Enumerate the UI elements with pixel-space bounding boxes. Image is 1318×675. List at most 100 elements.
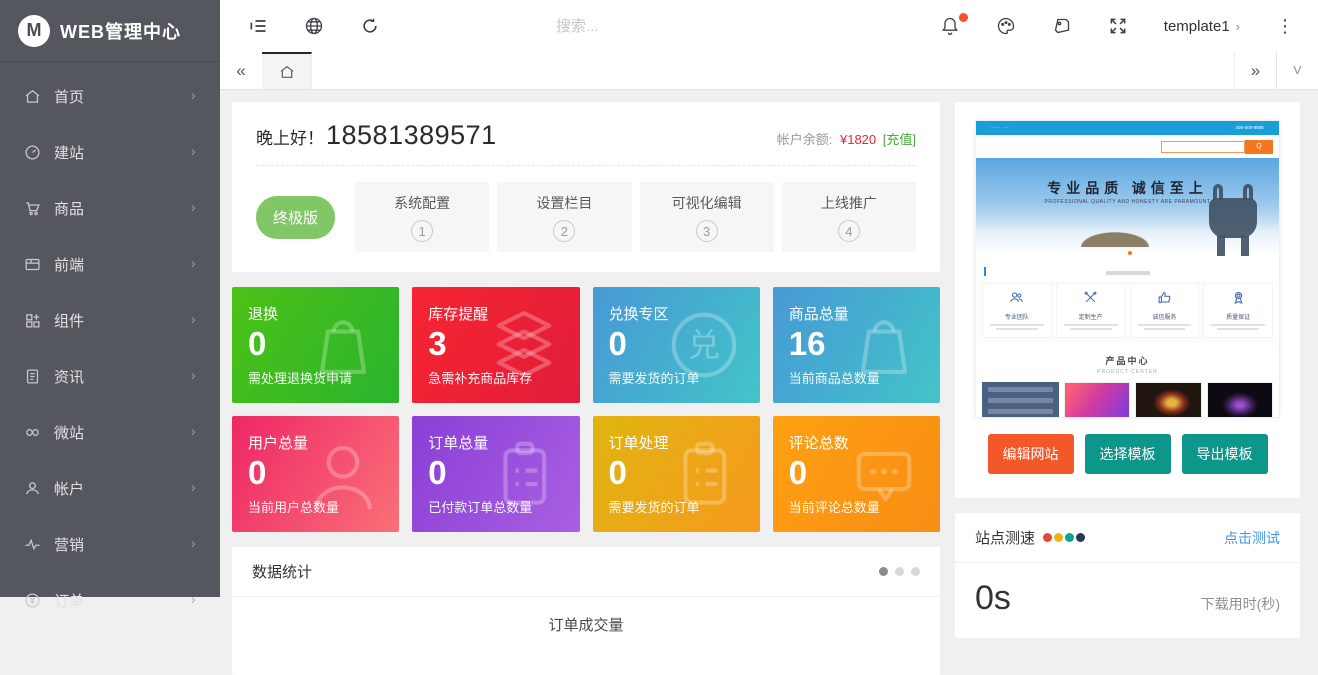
template-selector[interactable]: template1 › — [1164, 18, 1240, 35]
sidebar-item-label: 微站 — [54, 422, 84, 443]
fullscreen-icon[interactable] — [1108, 16, 1128, 36]
sidebar-item-label: 首页 — [54, 86, 84, 107]
chevron-right-icon: › — [191, 201, 196, 216]
tabs-dropdown-icon[interactable]: ˅ — [1276, 52, 1318, 89]
more-menu-icon[interactable]: ⋮ — [1276, 17, 1294, 35]
version-badge[interactable]: 终极版 — [256, 196, 335, 239]
stat-card-returns[interactable]: 退换 0 需处理退换货申请 — [232, 287, 399, 403]
tabs-scroll-right-icon[interactable]: » — [1234, 52, 1276, 89]
recharge-link[interactable]: [充值] — [883, 132, 916, 147]
pulse-icon — [24, 536, 41, 553]
step-number: 2 — [553, 220, 575, 242]
sidebar-item-news[interactable]: 资讯 › — [0, 348, 220, 404]
balance-label: 帐户余额: — [777, 132, 833, 147]
preview-search-row: Q — [976, 135, 1279, 158]
sidebar-item-marketing[interactable]: 营销 › — [0, 516, 220, 572]
chart-title: 订单成交量 — [232, 597, 940, 675]
carousel-dot[interactable] — [895, 567, 904, 576]
stat-card-total-users[interactable]: 用户总量 0 当前用户总数量 — [232, 416, 399, 532]
choose-template-button[interactable]: 选择模板 — [1085, 434, 1171, 474]
run-speed-test-link[interactable]: 点击测试 — [1224, 528, 1280, 548]
preview-products-row — [976, 375, 1279, 418]
exchange-icon: 兑 — [662, 303, 746, 387]
chevron-right-icon: › — [191, 369, 196, 384]
user-icon — [24, 480, 41, 497]
welcome-card: 晚上好！ 18581389571 帐户余额: ¥1820 [充值] 终极版 系统… — [232, 102, 940, 272]
chevron-right-icon: › — [1236, 19, 1240, 34]
sidebar-item-account[interactable]: 帐户 › — [0, 460, 220, 516]
refresh-icon[interactable] — [360, 16, 380, 36]
components-icon — [24, 312, 41, 329]
bell-icon[interactable] — [940, 16, 960, 36]
step-system-config[interactable]: 系统配置 1 — [355, 182, 489, 252]
preview-feature-team: 专业团队 — [982, 283, 1052, 338]
speed-dots — [1043, 533, 1085, 542]
speed-dot — [1076, 533, 1085, 542]
stat-card-order-processing[interactable]: 订单处理 0 需要发货的订单 — [593, 416, 760, 532]
document-icon — [24, 368, 41, 385]
sidebar-item-home[interactable]: 首页 › — [0, 68, 220, 124]
stat-card-total-comments[interactable]: 评论总数 0 当前评论总数量 — [773, 416, 940, 532]
sidebar-menu: 首页 › 建站 › 商品 › 前端 › 组件 › — [0, 62, 220, 628]
step-visual-edit[interactable]: 可视化编辑 3 — [640, 182, 774, 252]
sidebar-item-label: 商品 — [54, 198, 84, 219]
cart-icon — [24, 200, 41, 217]
sidebar-item-label: 资讯 — [54, 366, 84, 387]
download-time-value: 0s — [975, 579, 1011, 618]
palette-icon[interactable] — [996, 16, 1016, 36]
sidebar: M WEB管理中心 首页 › 建站 › 商品 › 前端 › — [0, 0, 220, 597]
carousel-dot[interactable] — [911, 567, 920, 576]
tag-icon[interactable] — [1052, 16, 1072, 36]
preview-hero-subtitle: PROFESSIONAL QUALITY AND HONESTY ARE PAR… — [976, 199, 1279, 205]
step-setup-columns[interactable]: 设置栏目 2 — [497, 182, 631, 252]
sidebar-item-frontend[interactable]: 前端 › — [0, 236, 220, 292]
sidebar-item-microsite[interactable]: 微站 › — [0, 404, 220, 460]
greeting-text: 晚上好！ — [256, 124, 324, 149]
notification-badge — [959, 13, 968, 22]
layers-icon — [482, 303, 566, 387]
tabs-scroll-left-icon[interactable]: « — [220, 52, 262, 89]
sidebar-item-products[interactable]: 商品 › — [0, 180, 220, 236]
svg-text:兑: 兑 — [688, 327, 720, 363]
chevron-right-icon: › — [191, 145, 196, 160]
bag-icon — [301, 303, 385, 387]
edit-site-button[interactable]: 编辑网站 — [988, 434, 1074, 474]
account-number: 18581389571 — [326, 120, 497, 151]
sidebar-item-label: 订单 — [54, 590, 84, 611]
clipboard-icon — [662, 432, 746, 516]
link-icon — [24, 424, 41, 441]
preview-feature-production: 定制生产 — [1056, 283, 1126, 338]
team-icon — [1009, 290, 1024, 305]
stat-card-stock-alert[interactable]: 库存提醒 3 急需补充商品库存 — [412, 287, 579, 403]
tab-home[interactable] — [262, 52, 312, 89]
medal-icon — [1231, 290, 1246, 305]
yen-icon — [24, 592, 41, 609]
carousel-dot[interactable] — [879, 567, 888, 576]
site-preview[interactable]: ······ · ···· 400-600-8888 Q 专业品质 诚信至上 — [975, 120, 1280, 418]
stat-card-total-orders[interactable]: 订单总量 0 已付款订单总数量 — [412, 416, 579, 532]
chevron-right-icon: › — [191, 313, 196, 328]
main-content: 晚上好！ 18581389571 帐户余额: ¥1820 [充值] 终极版 系统… — [220, 90, 1318, 597]
app-logo[interactable]: M WEB管理中心 — [0, 0, 220, 62]
thumb-icon — [1157, 290, 1172, 305]
sidebar-item-orders[interactable]: 订单 › — [0, 572, 220, 628]
chevron-right-icon: › — [191, 481, 196, 496]
chevron-right-icon: › — [191, 593, 196, 608]
step-go-live[interactable]: 上线推广 4 — [782, 182, 916, 252]
template-card: ······ · ···· 400-600-8888 Q 专业品质 诚信至上 — [955, 102, 1300, 498]
sidebar-item-site-builder[interactable]: 建站 › — [0, 124, 220, 180]
globe-icon[interactable] — [304, 16, 324, 36]
chevron-right-icon: › — [191, 425, 196, 440]
preview-welcome-text: ······ · ···· — [991, 125, 1010, 130]
sidebar-item-label: 营销 — [54, 534, 84, 555]
step-number: 3 — [696, 220, 718, 242]
stat-card-total-products[interactable]: 商品总量 16 当前商品总数量 — [773, 287, 940, 403]
stat-card-exchange-zone[interactable]: 兑换专区 0 需要发货的订单 兑 — [593, 287, 760, 403]
search-input[interactable] — [556, 18, 856, 35]
sidebar-item-components[interactable]: 组件 › — [0, 292, 220, 348]
tools-icon — [1083, 290, 1098, 305]
sidebar-collapse-icon[interactable] — [248, 16, 268, 36]
export-template-button[interactable]: 导出模板 — [1182, 434, 1268, 474]
data-stats-title: 数据统计 — [252, 561, 312, 582]
speed-dot — [1065, 533, 1074, 542]
